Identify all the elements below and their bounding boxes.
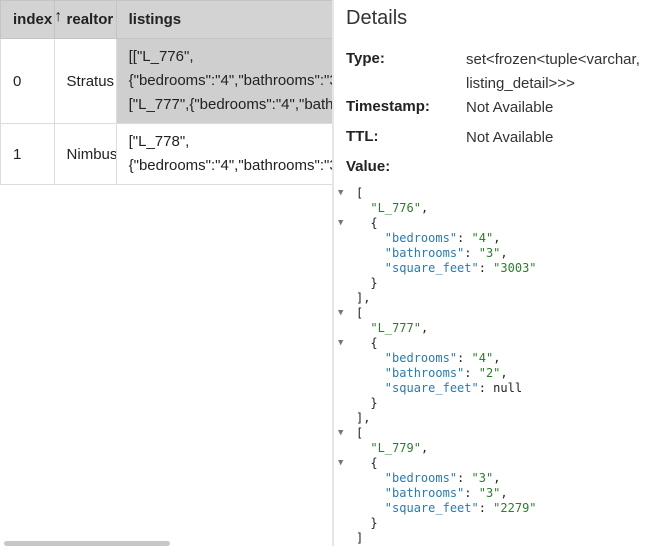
- horizontal-scrollbar[interactable]: [0, 540, 332, 546]
- table-row[interactable]: 0 Stratus [["L_776", {"bedrooms":"4","ba…: [0, 38, 332, 124]
- cell-listings-line: {"bedrooms":"4","bathrooms":"3"}]: [128, 157, 332, 174]
- table-row[interactable]: 1 Nimbus ["L_778", {"bedrooms":"4","bath…: [0, 123, 332, 185]
- cell-listings-line: [["L_776",: [128, 48, 194, 65]
- cell-listings-selected[interactable]: [["L_776", {"bedrooms":"4","bathrooms":"…: [115, 38, 332, 124]
- details-title: Details: [346, 7, 408, 29]
- collapse-toggle-icon[interactable]: ▼: [338, 216, 343, 231]
- column-header-realtor-label: realtor: [66, 11, 114, 28]
- timestamp-label: Timestamp:: [346, 98, 430, 115]
- column-header-listings-label: listings: [128, 11, 182, 28]
- horizontal-scrollbar-thumb[interactable]: [4, 541, 170, 546]
- results-table: index ↑ realtor listings 0 Stratus [["L_7…: [0, 0, 332, 185]
- cell-realtor[interactable]: Nimbus: [53, 123, 117, 185]
- details-panel: Details Type: set<frozen<tuple<varchar, …: [338, 7, 640, 545]
- cell-index[interactable]: 0: [0, 38, 55, 124]
- timestamp-value: Not Available: [466, 99, 554, 116]
- value-label: Value:: [346, 158, 391, 175]
- column-header-index[interactable]: index ↑: [0, 0, 62, 39]
- column-header-index-label: index: [13, 10, 53, 28]
- cell-realtor[interactable]: Stratus: [53, 38, 117, 124]
- type-value-line: set<frozen<tuple<varchar,: [466, 51, 640, 68]
- type-value-line: listing_detail>>>: [466, 75, 575, 92]
- results-table-pane: index ↑ realtor listings 0 Stratus [["L_7…: [0, 0, 332, 546]
- column-header-realtor[interactable]: realtor: [53, 0, 117, 39]
- collapse-toggle-icon[interactable]: ▼: [338, 336, 343, 351]
- cell-index[interactable]: 1: [0, 123, 55, 185]
- collapse-toggle-icon[interactable]: ▼: [338, 426, 343, 441]
- ttl-label: TTL:: [346, 128, 379, 145]
- cell-listings-line: ["L_777",{"bedrooms":"4","bathrooms":"2"…: [128, 96, 332, 113]
- cell-listings[interactable]: ["L_778", {"bedrooms":"4","bathrooms":"3…: [115, 123, 332, 185]
- ttl-value: Not Available: [466, 129, 554, 146]
- collapse-toggle-icon[interactable]: ▼: [338, 306, 343, 321]
- column-header-listings[interactable]: listings: [115, 0, 332, 39]
- sort-ascending-icon[interactable]: ↑: [54, 8, 62, 25]
- cell-listings-line: ["L_778",: [128, 133, 190, 150]
- table-header-row: index ↑ realtor listings: [0, 0, 332, 39]
- type-label: Type:: [346, 50, 385, 67]
- collapse-toggle-icon[interactable]: ▼: [338, 186, 343, 201]
- collapse-toggle-icon[interactable]: ▼: [338, 456, 343, 471]
- cell-listings-line: {"bedrooms":"4","bathrooms":"3","square_…: [128, 72, 332, 89]
